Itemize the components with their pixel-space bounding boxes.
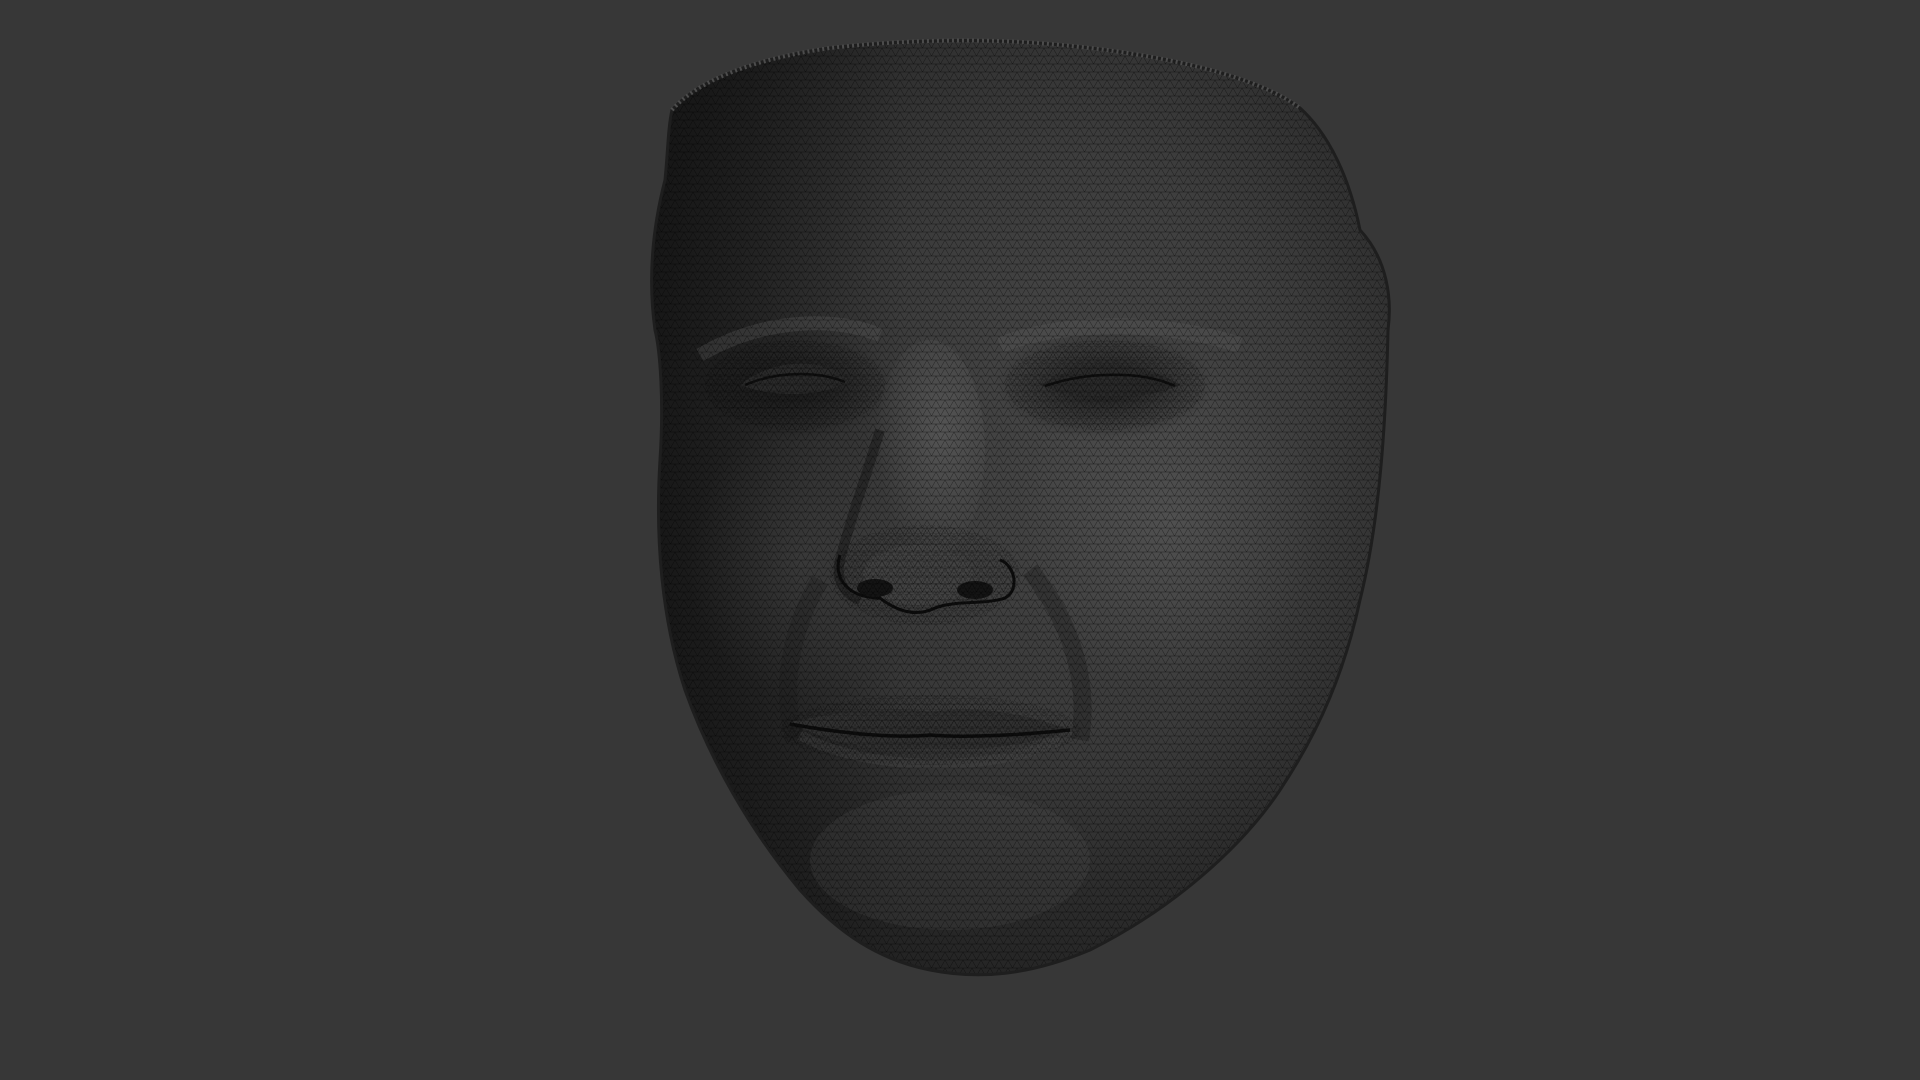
- face-surface: [650, 38, 1391, 977]
- face-mesh-render: [650, 38, 1391, 977]
- 3d-viewport[interactable]: [0, 0, 1920, 1080]
